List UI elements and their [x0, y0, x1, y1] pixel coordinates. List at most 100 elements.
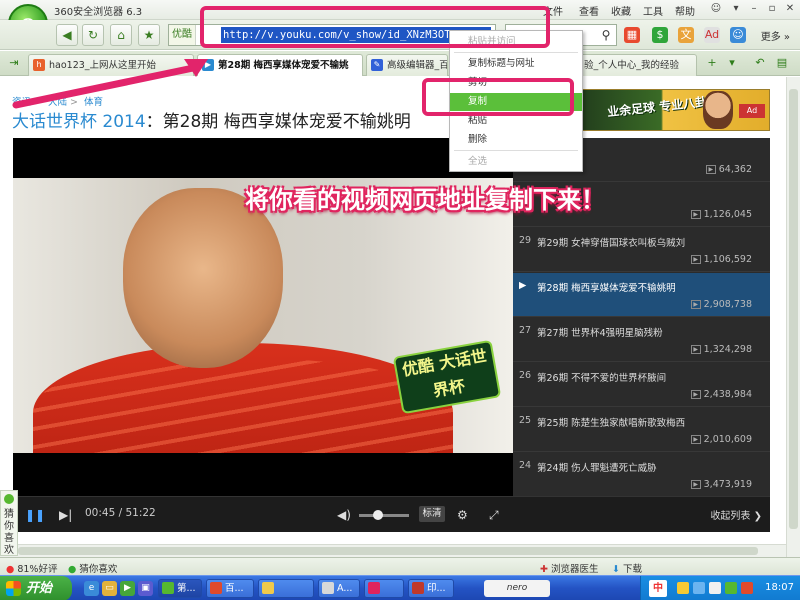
- collapse-list-button[interactable]: 收起列表 ❯: [710, 507, 762, 522]
- menu-tools[interactable]: 工具: [643, 3, 663, 18]
- apps-icon[interactable]: ▦: [624, 27, 640, 43]
- volume-slider[interactable]: [359, 510, 409, 520]
- folder-quicklaunch-icon[interactable]: ▭: [102, 581, 117, 596]
- baidu-task-icon: [210, 582, 222, 594]
- vertical-scroll-thumb[interactable]: [789, 89, 798, 529]
- play-count-value: 64,362: [718, 164, 752, 175]
- tray-volume-icon[interactable]: [741, 582, 753, 594]
- restore-tab-icon[interactable]: ↶: [752, 56, 768, 70]
- vertical-scrollbar[interactable]: [786, 77, 800, 557]
- taskbar-item-app[interactable]: [258, 579, 314, 598]
- playlist-item[interactable]: 24 第24期 伤人罪魁遭死亡威胁 ▶ 3,473,919: [513, 453, 770, 497]
- pause-icon[interactable]: ❚❚: [25, 506, 45, 524]
- tab-experience[interactable]: 验_个人中心_我的经验: [577, 54, 697, 76]
- playlist-item[interactable]: 29 第29期 女神穿借国球衣叫板乌贼刘 ▶ 1,106,592: [513, 228, 770, 272]
- tab-editor[interactable]: ✎ 高级编辑器_百: [366, 54, 448, 76]
- windows-flag-icon: [6, 581, 21, 596]
- site-tag: 优酷: [169, 25, 196, 45]
- status-bar: ● 81%好评 ● 猜你喜欢 ✚ 浏览器医生 ⬇ 下载: [0, 557, 800, 575]
- volume-knob[interactable]: [373, 510, 383, 520]
- desktop-quicklaunch-icon[interactable]: ▣: [138, 581, 153, 596]
- ad-banner[interactable]: 业余足球 专业八卦 Ad: [572, 89, 770, 131]
- menu-favorites[interactable]: 收藏: [611, 3, 631, 18]
- play-count-icon: ▶: [690, 300, 701, 309]
- playlist-item[interactable]: 26 第26期 不得不爱的世界杯腋间 ▶ 2,438,984: [513, 363, 770, 407]
- menu-help[interactable]: 帮助: [675, 3, 695, 18]
- user-icon[interactable]: ☺: [730, 27, 746, 43]
- tab-list-icon[interactable]: ▾: [724, 56, 740, 70]
- download-status[interactable]: ⬇ 下载: [612, 561, 642, 575]
- tray-settings-icon[interactable]: [709, 582, 721, 594]
- media-quicklaunch-icon[interactable]: ▶: [120, 581, 135, 596]
- guess-you-like-widget[interactable]: 猜你喜欢: [0, 490, 18, 556]
- next-icon[interactable]: ▶|: [59, 506, 72, 524]
- player-controls: ❚❚ ▶| 00:45 / 51:22 ◀) 标清 ⚙ ⤢ 收起列表 ❯: [13, 496, 770, 532]
- fullscreen-icon[interactable]: ⤢: [489, 506, 499, 524]
- quality-button[interactable]: 标清: [419, 506, 445, 522]
- horizontal-scrollbar[interactable]: [0, 544, 786, 557]
- volume-icon[interactable]: ◀): [337, 506, 351, 524]
- play-count: ▶ 2,908,738: [690, 299, 752, 310]
- rating-status[interactable]: ● 81%好评: [6, 561, 57, 575]
- playlist-item[interactable]: 27 第27期 世界杯4强明星脑残粉 ▶ 1,324,298: [513, 318, 770, 362]
- menu-view[interactable]: 查看: [579, 3, 599, 18]
- playlist-item-current[interactable]: ▶ 第28期 梅西享媒体宠爱不输姚明 ▶ 2,908,738: [513, 273, 770, 317]
- show-title[interactable]: 大话世界杯 2014: [12, 112, 146, 132]
- maximize-icon[interactable]: ▫: [764, 2, 780, 16]
- ctx-delete[interactable]: 删除: [450, 131, 582, 149]
- settings-gear-icon[interactable]: ⚙: [457, 506, 468, 524]
- episode-number: 26: [519, 370, 532, 381]
- back-icon[interactable]: ◀: [56, 24, 78, 46]
- title-separator: ：: [145, 112, 163, 132]
- browser-doctor[interactable]: ✚ 浏览器医生: [540, 561, 599, 575]
- play-count: ▶ 2,438,984: [690, 389, 752, 400]
- start-button[interactable]: 开始: [0, 576, 72, 600]
- translate-icon[interactable]: 文: [678, 27, 694, 43]
- ime-indicator[interactable]: 中: [649, 580, 667, 597]
- nero-toolbar[interactable]: nero: [484, 580, 550, 597]
- guess-status[interactable]: ● 猜你喜欢: [68, 561, 117, 575]
- a-task-icon: [322, 582, 334, 594]
- task-label: 印...: [427, 583, 446, 594]
- taskbar-item-print[interactable]: 印...: [408, 579, 454, 598]
- more-button[interactable]: 更多 »: [761, 28, 790, 43]
- minimize-icon[interactable]: –: [746, 2, 762, 16]
- skin-icon[interactable]: ☺: [708, 2, 724, 16]
- tray-moon-icon[interactable]: [677, 582, 689, 594]
- horizontal-scroll-thumb[interactable]: [18, 547, 758, 555]
- adblock-icon[interactable]: Ad: [704, 27, 720, 43]
- now-playing-icon: ▶: [519, 280, 527, 291]
- tray-network-icon[interactable]: [693, 582, 705, 594]
- doctor-icon: ✚: [540, 564, 548, 575]
- home-icon[interactable]: ⌂: [110, 24, 132, 46]
- taskbar-item-a[interactable]: A...: [318, 579, 360, 598]
- favorite-star-icon[interactable]: ★: [138, 24, 160, 46]
- sidebar-icon[interactable]: ▤: [774, 56, 790, 70]
- menu-icon[interactable]: ▾: [728, 2, 744, 16]
- episode-number: 29: [519, 235, 532, 246]
- play-count-icon: ▶: [690, 480, 701, 489]
- ctx-copy-title-url[interactable]: 复制标题与网址: [450, 55, 582, 73]
- print-task-icon: [412, 582, 424, 594]
- ctx-select-all[interactable]: 全选: [450, 153, 582, 171]
- security-icon[interactable]: $: [652, 27, 668, 43]
- web-page: 资讯> 大陆> 体育 大话世界杯 2014：第28期 梅西享媒体宠爱不输姚明 业…: [0, 77, 786, 557]
- video-frame[interactable]: 优酷 大话世界杯: [13, 178, 513, 453]
- playlist-item[interactable]: 25 第25期 陈楚生独家献唱新歌致梅西 ▶ 2,010,609: [513, 408, 770, 452]
- taskbar-item-heart[interactable]: [364, 579, 404, 598]
- tray-360-icon[interactable]: [725, 582, 737, 594]
- ie-quicklaunch-icon[interactable]: e: [84, 581, 99, 596]
- search-icon[interactable]: ⚲: [598, 27, 614, 43]
- taskbar-item-baidu[interactable]: 百...: [206, 579, 254, 598]
- episode-title: 第28期 梅西享媒体宠爱不输姚明: [537, 283, 676, 294]
- new-tab-icon[interactable]: +: [704, 56, 720, 70]
- play-count: ▶ 64,362: [705, 164, 752, 175]
- taskbar-item-browser[interactable]: 第...: [158, 579, 202, 598]
- close-icon[interactable]: ✕: [782, 2, 798, 16]
- episode-number: 25: [519, 415, 532, 426]
- rating-icon: ●: [6, 564, 15, 575]
- refresh-icon[interactable]: ↻: [82, 24, 104, 46]
- play-count-value: 3,473,919: [703, 479, 752, 490]
- play-count-value: 2,908,738: [703, 299, 752, 310]
- app-task-icon: [262, 582, 274, 594]
